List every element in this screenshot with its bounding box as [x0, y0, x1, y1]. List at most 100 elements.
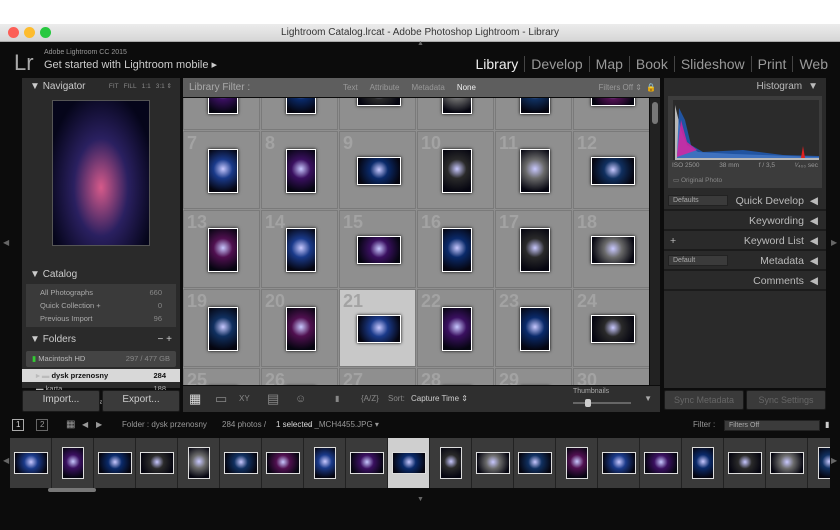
module-slideshow[interactable]: Slideshow	[673, 56, 751, 72]
navigator-zoom-option[interactable]: FILL	[124, 78, 137, 96]
filmstrip-thumbnail[interactable]	[640, 438, 682, 488]
panel-preset-select[interactable]: Default	[668, 255, 728, 266]
module-web[interactable]: Web	[792, 56, 834, 72]
grid-cell[interactable]: 11	[495, 131, 572, 209]
filmstrip-thumbnail[interactable]	[10, 438, 52, 488]
sort-direction-icon[interactable]: {A/Z}	[361, 386, 379, 412]
filmstrip-source[interactable]: Folder : dysk przenosny	[122, 416, 207, 434]
grid-cell[interactable]: 2	[261, 98, 338, 130]
grid-cell[interactable]: 19	[183, 289, 260, 367]
panel-metadata[interactable]: Default Metadata ◀	[664, 251, 826, 271]
grid-cell[interactable]: 15	[339, 210, 416, 288]
filmstrip-thumbnail[interactable]	[346, 438, 388, 488]
close-button[interactable]	[8, 27, 19, 38]
filter-lock-icon[interactable]: ▮	[825, 416, 829, 434]
module-print[interactable]: Print	[750, 56, 793, 72]
grid-cell[interactable]: 4	[417, 98, 494, 130]
main-screen-button[interactable]: 1	[12, 419, 25, 431]
folder-add-remove[interactable]: − +	[158, 331, 172, 349]
filter-option-none[interactable]: None	[457, 78, 476, 97]
folders-header[interactable]: ▼ Folders − +	[22, 331, 180, 349]
grid-cell[interactable]: 20	[261, 289, 338, 367]
minimize-button[interactable]	[24, 27, 35, 38]
filter-option-attribute[interactable]: Attribute	[370, 78, 400, 97]
filmstrip-thumbnail[interactable]	[514, 438, 556, 488]
sort-select[interactable]: Capture Time ⇕	[411, 386, 468, 412]
grid-cell[interactable]: 17	[495, 210, 572, 288]
filmstrip-thumbnail[interactable]	[388, 438, 430, 488]
filmstrip-left-icon[interactable]: ◀	[3, 456, 9, 465]
grid-cell[interactable]: 27	[339, 368, 416, 385]
grid-cell[interactable]: 1	[183, 98, 260, 130]
people-view-button[interactable]: ☺	[295, 386, 306, 412]
panel-comments[interactable]: Comments ◀	[664, 271, 826, 291]
filmstrip-thumbnail[interactable]	[262, 438, 304, 488]
grid-cell[interactable]: 14	[261, 210, 338, 288]
filmstrip-thumbnail[interactable]	[682, 438, 724, 488]
selected-file[interactable]: / _MCH4455.JPG ▾	[310, 416, 379, 434]
filmstrip-thumbnail[interactable]	[430, 438, 472, 488]
filmstrip-scrollbar[interactable]	[48, 488, 96, 492]
panel-quick-develop[interactable]: Defaults Quick Develop ◀	[664, 191, 826, 211]
navigator-zoom-option[interactable]: 1:1	[142, 78, 151, 96]
grid-cell[interactable]: 6	[573, 98, 649, 130]
folder-item[interactable]: ▸ ▬ dysk przenosny 284	[22, 369, 180, 382]
compare-view-button[interactable]: XY	[239, 386, 250, 412]
catalog-item[interactable]: Quick Collection + 0	[26, 299, 176, 312]
filmstrip-thumbnail[interactable]	[556, 438, 598, 488]
grid-cell[interactable]: 7	[183, 131, 260, 209]
filter-option-metadata[interactable]: Metadata	[411, 78, 444, 97]
filmstrip-thumbnail[interactable]	[304, 438, 346, 488]
toolbar-menu-icon[interactable]: ▼	[644, 386, 652, 412]
back-arrow-icon[interactable]: ◀	[82, 416, 88, 434]
filmstrip-thumbnail[interactable]	[766, 438, 808, 488]
survey-view-button[interactable]: ▤	[267, 386, 279, 412]
second-screen-button[interactable]: 2	[36, 419, 49, 431]
bottom-panel-toggle-icon[interactable]: ▼	[417, 496, 424, 503]
grid-cell[interactable]: 9	[339, 131, 416, 209]
loupe-view-button[interactable]: ▭	[215, 386, 227, 412]
spray-can-icon[interactable]: ▮	[335, 386, 339, 412]
grid-cell[interactable]: 23	[495, 289, 572, 367]
grid-cell[interactable]: 22	[417, 289, 494, 367]
thumbnail-size-slider[interactable]	[573, 399, 631, 407]
grid-cell[interactable]: 12	[573, 131, 649, 209]
catalog-item[interactable]: Previous Import 96	[26, 312, 176, 325]
grid-cell[interactable]: 21	[339, 289, 416, 367]
grid-icon[interactable]: ▦	[66, 416, 75, 434]
catalog-header[interactable]: ▼ Catalog	[22, 266, 180, 284]
filmstrip-thumbnail[interactable]	[52, 438, 94, 488]
panel-preset-select[interactable]: Defaults	[668, 195, 728, 206]
module-map[interactable]: Map	[588, 56, 629, 72]
left-panel-toggle-icon[interactable]: ◀	[3, 238, 9, 247]
histogram-header[interactable]: Histogram ▼	[664, 78, 826, 96]
filmstrip-thumbnail[interactable]	[220, 438, 262, 488]
panel-keyword-list[interactable]: + Keyword List ◀	[664, 231, 826, 251]
top-panel-toggle-icon[interactable]: ▲	[417, 40, 424, 47]
navigator-header[interactable]: ▼ Navigator FIT FILL 1:1 3:1 ⇕	[22, 78, 180, 96]
grid-cell[interactable]: 5	[495, 98, 572, 130]
grid-cell[interactable]: 29	[495, 368, 572, 385]
mobile-link[interactable]: Get started with Lightroom mobile ▸	[44, 58, 217, 71]
filmstrip-thumbnail[interactable]	[724, 438, 766, 488]
module-library[interactable]: Library	[470, 56, 525, 72]
grid-cell[interactable]: 8	[261, 131, 338, 209]
lock-icon[interactable]: 🔒	[646, 78, 656, 97]
grid-cell[interactable]: 26	[261, 368, 338, 385]
module-develop[interactable]: Develop	[524, 56, 588, 72]
sync-metadata-button[interactable]: Sync Metadata	[664, 390, 744, 410]
grid-cell[interactable]: 24	[573, 289, 649, 367]
grid-cell[interactable]: 13	[183, 210, 260, 288]
catalog-item[interactable]: All Photographs 660	[26, 286, 176, 299]
filmstrip-thumbnail[interactable]	[472, 438, 514, 488]
grid-cell[interactable]: 25	[183, 368, 260, 385]
right-panel-toggle-icon[interactable]: ▶	[831, 238, 837, 247]
filmstrip-thumbnail[interactable]	[808, 438, 830, 488]
navigator-zoom-option[interactable]: 3:1 ⇕	[156, 78, 172, 96]
filmstrip-thumbnail[interactable]	[94, 438, 136, 488]
volume-row[interactable]: ▮ Macintosh HD 297 / 477 GB	[26, 351, 176, 367]
grid-cell[interactable]: 10	[417, 131, 494, 209]
original-photo-toggle[interactable]: ▭ Original Photo	[673, 176, 722, 184]
navigator-preview[interactable]	[52, 100, 150, 246]
export-button[interactable]: Export...	[102, 390, 180, 412]
